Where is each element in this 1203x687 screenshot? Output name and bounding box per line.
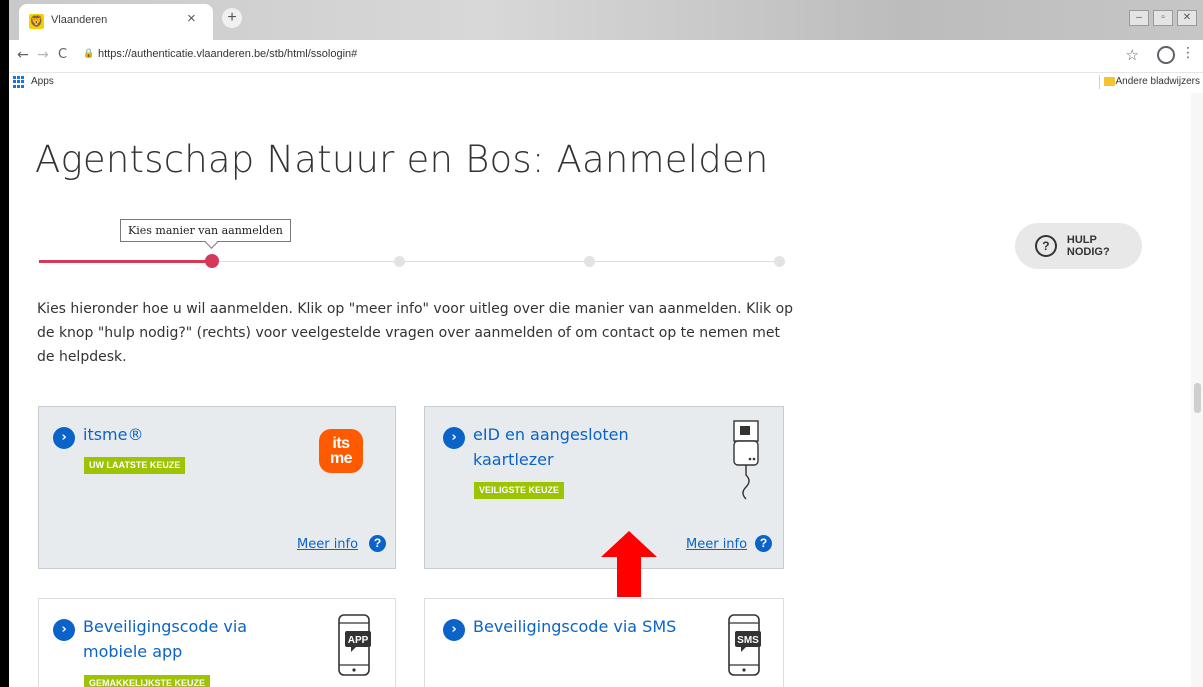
tab-title: Vlaanderen <box>51 14 108 26</box>
status-badge: UW LAATSTE KEUZE <box>84 457 186 474</box>
step-label: Kies manier van aanmelden <box>120 219 291 242</box>
more-info-link[interactable]: Meer info <box>297 537 358 552</box>
chevron-right-icon: › <box>443 427 465 449</box>
page-scrollbar[interactable] <box>1191 93 1203 687</box>
status-badge: VEILIGSTE KEUZE <box>474 482 565 499</box>
star-icon[interactable]: ☆ <box>1126 46 1139 64</box>
reload-icon[interactable]: C <box>58 47 67 62</box>
option-title[interactable]: Beveiligingscode via SMS <box>473 614 676 639</box>
progress-stepper: Kies manier van aanmelden <box>39 216 785 276</box>
back-icon[interactable]: ← <box>17 47 29 63</box>
browser-window: 🦁 Vlaanderen × + – ▫ ✕ ← → C 🔒 https://a… <box>0 0 1203 687</box>
scrollbar-thumb[interactable] <box>1194 383 1201 413</box>
tab-close-icon[interactable]: × <box>187 10 196 27</box>
tab-strip: 🦁 Vlaanderen × + – ▫ ✕ <box>9 0 1203 40</box>
bookmarks-separator <box>1099 75 1100 89</box>
close-window-button[interactable]: ✕ <box>1177 10 1197 26</box>
option-title[interactable]: Beveiligingscode via <box>83 614 247 639</box>
step-dot-active <box>205 254 219 268</box>
option-card-mobile-app[interactable]: › Beveiligingscode via mobiele app GEMAK… <box>38 598 396 687</box>
phone-app-icon-text: APP <box>348 635 369 646</box>
forward-icon[interactable]: → <box>37 47 49 63</box>
option-title[interactable]: eID en aangesloten <box>473 422 629 447</box>
help-button-label: HULP NODIG? <box>1066 234 1110 258</box>
profile-icon[interactable] <box>1157 46 1175 64</box>
apps-icon[interactable] <box>13 76 25 88</box>
info-icon[interactable]: ? <box>755 535 772 552</box>
step-dot <box>584 256 595 267</box>
page-title: Agentschap Natuur en Bos: Aanmelden <box>35 138 769 181</box>
lock-icon: 🔒 <box>83 49 95 59</box>
progress-track-completed <box>39 260 211 263</box>
menu-icon[interactable]: ⋮ <box>1181 45 1195 61</box>
phone-sms-icon: SMS <box>728 614 761 676</box>
window-controls: – ▫ ✕ <box>1129 10 1197 26</box>
help-button[interactable]: ? HULP NODIG? <box>1015 223 1142 269</box>
option-card-itsme[interactable]: › itsme® UW LAATSTE KEUZE its me Meer in… <box>38 406 396 569</box>
step-dot <box>774 256 785 267</box>
itsme-logo-icon: its me <box>319 429 363 473</box>
vlaanderen-favicon-icon: 🦁 <box>29 14 44 29</box>
card-reader-icon <box>733 420 759 500</box>
maximize-button[interactable]: ▫ <box>1153 10 1173 26</box>
red-up-arrow-icon <box>601 531 657 597</box>
more-info-link[interactable]: Meer info <box>686 537 747 552</box>
question-icon: ? <box>1035 235 1057 257</box>
chevron-right-icon: › <box>53 427 75 449</box>
apps-link[interactable]: Apps <box>31 76 54 87</box>
navigation-bar: ← → C 🔒 https://authenticatie.vlaanderen… <box>9 40 1203 73</box>
progress-track-remaining <box>211 261 777 262</box>
step-dot <box>394 256 405 267</box>
status-badge: GEMAKKELIJKSTE KEUZE <box>84 675 211 687</box>
bookmarks-bar: Apps Andere bladwijzers <box>9 73 1203 93</box>
page-content: Agentschap Natuur en Bos: Aanmelden Kies… <box>9 93 1203 687</box>
screenshot-left-border <box>0 0 9 687</box>
phone-sms-icon-text: SMS <box>737 635 759 646</box>
option-title[interactable]: itsme® <box>83 422 143 447</box>
option-card-sms[interactable]: › Beveiligingscode via SMS SMS <box>424 598 784 687</box>
address-bar[interactable]: https://authenticatie.vlaanderen.be/stb/… <box>98 48 357 60</box>
new-tab-button[interactable]: + <box>222 8 242 28</box>
other-bookmarks-link[interactable]: Andere bladwijzers <box>1116 76 1201 87</box>
folder-icon <box>1104 77 1115 86</box>
itsme-logo-text-bottom: me <box>329 450 353 467</box>
option-title-line2[interactable]: kaartlezer <box>473 447 554 472</box>
info-icon[interactable]: ? <box>369 535 386 552</box>
phone-app-icon: APP <box>338 614 371 676</box>
option-title-line2[interactable]: mobiele app <box>83 639 182 664</box>
chevron-right-icon: › <box>53 619 75 641</box>
browser-tab[interactable]: 🦁 Vlaanderen × <box>19 4 213 40</box>
chevron-right-icon: › <box>443 619 465 641</box>
minimize-button[interactable]: – <box>1129 10 1149 26</box>
intro-text: Kies hieronder hoe u wil aanmelden. Klik… <box>37 301 794 365</box>
